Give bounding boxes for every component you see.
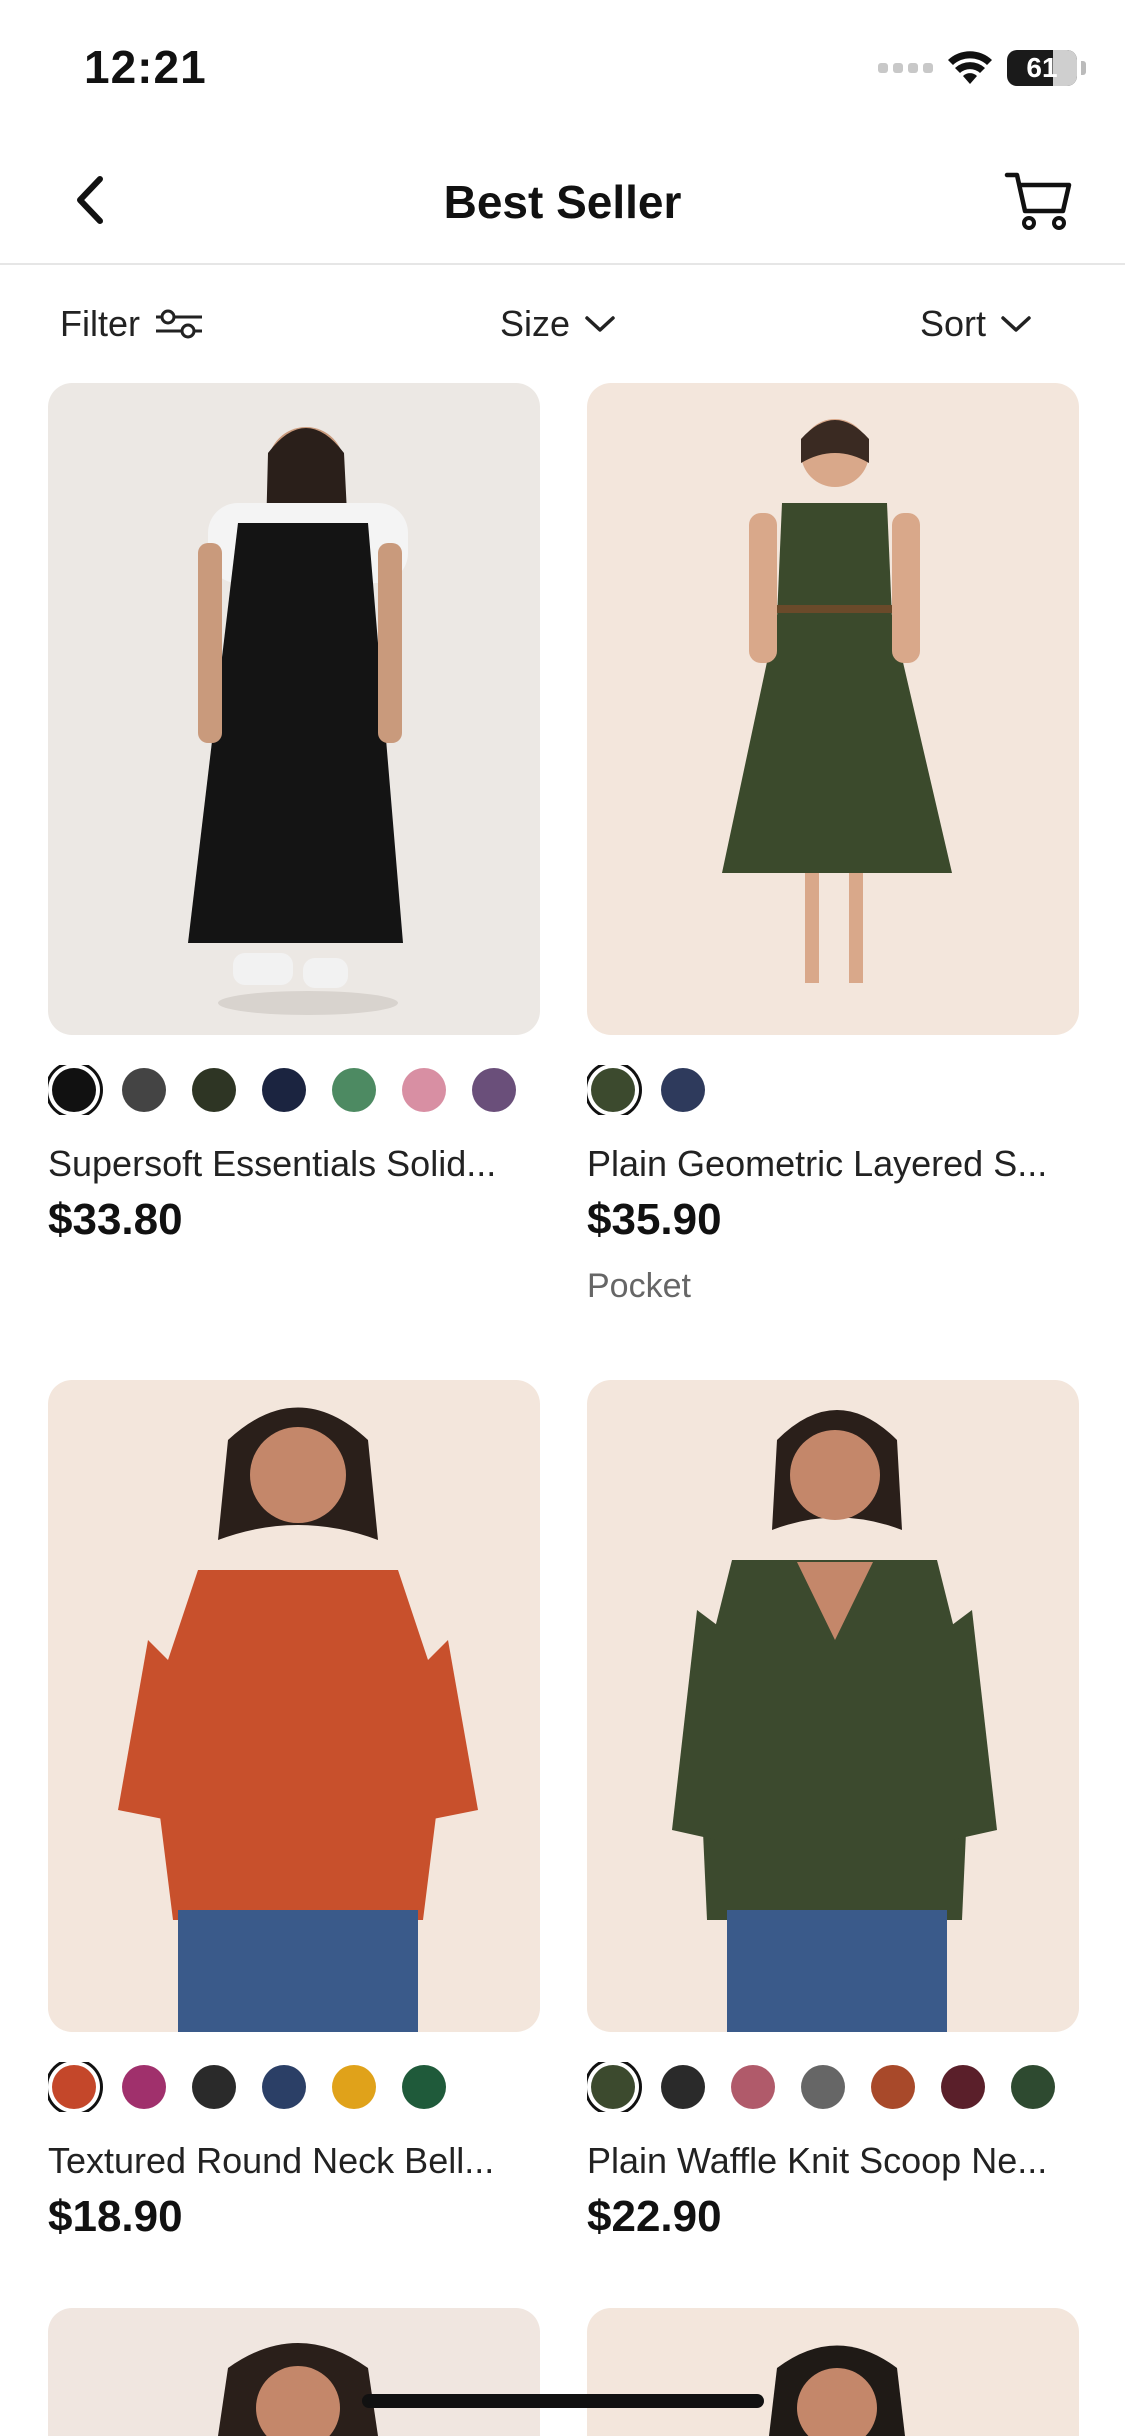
product-tag: Pocket xyxy=(587,1267,691,1305)
model-photo xyxy=(188,427,408,1015)
product-price: $33.80 xyxy=(48,1195,183,1244)
product-price: $22.90 xyxy=(587,2192,722,2241)
color-swatch[interactable] xyxy=(122,2065,166,2109)
sort-label: Sort xyxy=(920,303,987,344)
color-swatch[interactable] xyxy=(661,2065,705,2109)
product-card[interactable]: Supersoft Essentials Solid... $33.80 xyxy=(48,383,540,1245)
status-time: 12:21 xyxy=(84,41,207,93)
product-price: $35.90 xyxy=(587,1195,722,1244)
color-swatch[interactable] xyxy=(52,1068,96,1112)
size-label: Size xyxy=(500,303,571,344)
status-icons: 61 xyxy=(878,48,1086,88)
color-swatch[interactable] xyxy=(52,2065,96,2109)
color-swatch[interactable] xyxy=(591,1068,635,1112)
cart-icon xyxy=(1004,172,1072,230)
product-image[interactable] xyxy=(48,383,540,1035)
color-swatch[interactable] xyxy=(262,2065,306,2109)
status-bar: 12:21 61 xyxy=(0,0,1125,135)
color-swatch[interactable] xyxy=(402,1068,446,1112)
chevron-down-icon xyxy=(1001,316,1031,332)
product-price: $18.90 xyxy=(48,2192,183,2241)
product-name[interactable]: Supersoft Essentials Solid... xyxy=(48,1143,540,1185)
color-swatch[interactable] xyxy=(402,2065,446,2109)
color-swatch[interactable] xyxy=(262,1068,306,1112)
color-swatch[interactable] xyxy=(941,2065,985,2109)
sliders-icon xyxy=(156,309,202,339)
model-photo xyxy=(672,1410,997,2032)
color-swatches xyxy=(587,1065,1079,1115)
model-photo xyxy=(218,2343,378,2436)
color-swatch[interactable] xyxy=(472,1068,516,1112)
color-swatch[interactable] xyxy=(122,1068,166,1112)
color-swatch[interactable] xyxy=(731,2065,775,2109)
size-dropdown[interactable]: Size xyxy=(500,303,616,345)
product-name[interactable]: Plain Geometric Layered S... xyxy=(587,1143,1079,1185)
product-image[interactable] xyxy=(587,2308,1079,2436)
filter-bar: Filter Size Sort xyxy=(0,267,1125,383)
cellular-signal-icon xyxy=(878,63,933,73)
color-swatch[interactable] xyxy=(661,1068,705,1112)
battery-icon: 61 xyxy=(1007,50,1086,86)
product-image[interactable] xyxy=(48,2308,540,2436)
product-image[interactable] xyxy=(587,1380,1079,2032)
model-photo xyxy=(118,1407,478,2032)
color-swatch[interactable] xyxy=(871,2065,915,2109)
page-title: Best Seller xyxy=(443,176,682,228)
chevron-down-icon xyxy=(585,316,615,332)
product-image[interactable] xyxy=(587,383,1079,1035)
product-name[interactable]: Textured Round Neck Bell... xyxy=(48,2140,540,2182)
product-name[interactable]: Plain Waffle Knit Scoop Ne... xyxy=(587,2140,1079,2182)
model-photo xyxy=(769,2345,905,2436)
product-card[interactable]: Plain Geometric Layered S... $35.90 Pock… xyxy=(587,383,1079,1306)
filter-label: Filter xyxy=(60,303,140,344)
color-swatch[interactable] xyxy=(801,2065,845,2109)
sort-dropdown[interactable]: Sort xyxy=(920,303,1032,345)
nav-bar: Best Seller xyxy=(0,135,1125,265)
product-card[interactable] xyxy=(587,2308,1079,2436)
color-swatch[interactable] xyxy=(192,1068,236,1112)
battery-level: 61 xyxy=(1026,52,1058,83)
color-swatch[interactable] xyxy=(591,2065,635,2109)
cart-button[interactable] xyxy=(1003,165,1075,237)
product-card[interactable]: Textured Round Neck Bell... $18.90 xyxy=(48,1380,540,2242)
product-card[interactable]: Plain Waffle Knit Scoop Ne... $22.90 xyxy=(587,1380,1079,2242)
color-swatch[interactable] xyxy=(332,1068,376,1112)
color-swatch[interactable] xyxy=(1011,2065,1055,2109)
color-swatch[interactable] xyxy=(332,2065,376,2109)
product-image[interactable] xyxy=(48,1380,540,2032)
wifi-icon xyxy=(948,51,992,84)
color-swatches xyxy=(48,1065,540,1115)
color-swatches xyxy=(587,2062,1079,2112)
model-photo xyxy=(722,419,952,983)
product-card[interactable] xyxy=(48,2308,540,2436)
filter-button[interactable]: Filter xyxy=(60,303,204,345)
home-indicator xyxy=(362,2394,764,2408)
color-swatches xyxy=(48,2062,540,2112)
color-swatch[interactable] xyxy=(192,2065,236,2109)
